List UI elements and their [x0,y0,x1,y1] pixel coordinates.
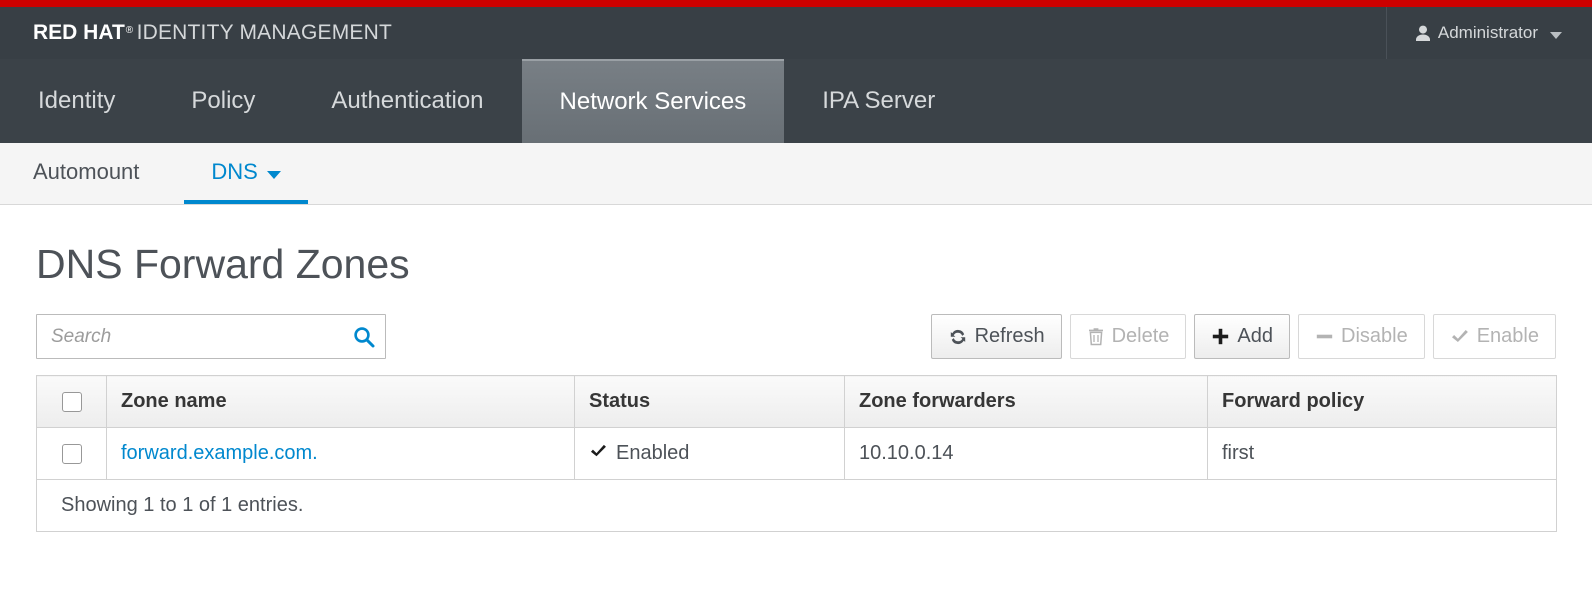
cell-zone-forwarders: 10.10.0.14 [845,428,1208,480]
nav-tab-authentication[interactable]: Authentication [293,59,521,143]
table-footer-row: Showing 1 to 1 of 1 entries. [37,480,1557,532]
table-header-row: Zone name Status Zone forwarders Forward… [37,376,1557,428]
select-all-header [37,376,107,428]
nav-tab-ipa-server[interactable]: IPA Server [784,59,973,143]
secondary-navigation: Automount DNS [0,143,1592,205]
refresh-button[interactable]: Refresh [931,314,1062,359]
enable-button[interactable]: Enable [1433,314,1556,359]
main-content: DNS Forward Zones Refresh [0,241,1592,532]
table-head: Zone name Status Zone forwarders Forward… [37,376,1557,428]
enable-button-label: Enable [1477,325,1539,348]
user-menu-label: Administrator [1438,23,1538,43]
check-icon [589,443,608,464]
check-icon [1450,328,1470,346]
zone-name-link[interactable]: forward.example.com. [121,442,318,464]
search-container [36,314,386,359]
search-button[interactable] [352,325,376,349]
brand-logo[interactable]: RED HAT®IDENTITY MANAGEMENT [0,21,392,45]
chevron-down-icon [1550,32,1562,39]
status-badge: Enabled [589,442,689,465]
subnav-label-automount: Automount [33,159,139,185]
cell-zone-name: forward.example.com. [107,428,575,480]
disable-button[interactable]: Disable [1298,314,1425,359]
status-label: Enabled [616,442,689,465]
subnav-item-dns[interactable]: DNS [184,143,307,204]
search-input[interactable] [36,314,386,359]
nav-tab-policy[interactable]: Policy [153,59,293,143]
brand-redhat-text: RED HAT [33,21,125,45]
row-select-cell [37,428,107,480]
column-header-zone-name[interactable]: Zone name [107,376,575,428]
brand-product-text: IDENTITY MANAGEMENT [137,21,392,45]
disable-button-label: Disable [1341,325,1408,348]
dns-forward-zones-table: Zone name Status Zone forwarders Forward… [36,375,1557,532]
primary-navigation: Identity Policy Authentication Network S… [0,59,1592,143]
entries-summary: Showing 1 to 1 of 1 entries. [37,480,1557,532]
add-button[interactable]: Add [1194,314,1290,359]
page-title: DNS Forward Zones [36,241,1556,288]
search-icon [352,325,376,349]
cell-status: Enabled [575,428,845,480]
refresh-button-label: Refresh [975,325,1045,348]
table-body: forward.example.com. Enabled 10.10 [37,428,1557,532]
action-button-group: Refresh Delete [931,314,1556,359]
column-header-status[interactable]: Status [575,376,845,428]
column-header-zone-forwarders[interactable]: Zone forwarders [845,376,1208,428]
column-header-forward-policy[interactable]: Forward policy [1208,376,1557,428]
refresh-icon [948,327,968,347]
masthead: RED HAT®IDENTITY MANAGEMENT Administrato… [0,7,1592,59]
minus-icon [1315,327,1334,346]
brand-trademark: ® [126,25,134,36]
delete-button[interactable]: Delete [1070,314,1187,359]
top-accent-strip [0,0,1592,7]
cell-forward-policy: first [1208,428,1557,480]
toolbar: Refresh Delete [36,314,1556,359]
row-select-checkbox[interactable] [62,444,82,464]
plus-icon [1211,327,1230,346]
delete-button-label: Delete [1112,325,1170,348]
user-menu[interactable]: Administrator [1386,7,1592,59]
nav-tab-identity[interactable]: Identity [0,59,153,143]
chevron-down-icon [267,171,281,179]
user-icon [1415,25,1431,42]
select-all-checkbox[interactable] [62,392,82,412]
subnav-label-dns: DNS [211,159,257,185]
trash-icon [1087,327,1105,346]
table-row: forward.example.com. Enabled 10.10 [37,428,1557,480]
subnav-item-automount[interactable]: Automount [33,143,184,204]
zones-table-container: Zone name Status Zone forwarders Forward… [36,375,1556,532]
nav-tab-network-services[interactable]: Network Services [522,59,785,143]
add-button-label: Add [1237,325,1273,348]
